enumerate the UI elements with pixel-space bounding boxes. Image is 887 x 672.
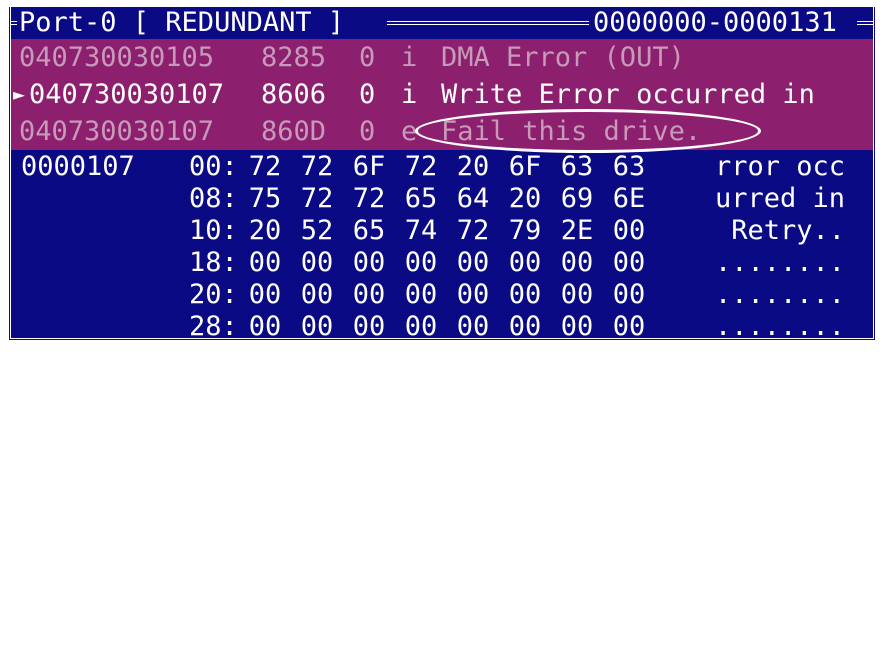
log-number: 0 [359, 116, 376, 147]
hex-byte: 00 [456, 247, 490, 278]
hex-byte: 6F [352, 151, 386, 182]
hex-address: 0000107 [21, 151, 135, 182]
selection-pointer-icon: ► [13, 82, 26, 106]
hex-byte: 00 [352, 311, 386, 342]
hex-byte: 00 [612, 311, 646, 342]
hex-byte: 75 [248, 183, 282, 214]
hex-byte: 20 [248, 215, 282, 246]
hex-offset: 00: [189, 151, 238, 182]
hex-byte: 00 [560, 247, 594, 278]
hex-byte: 72 [248, 151, 282, 182]
hex-ascii: ........ [715, 311, 846, 342]
hex-byte: 00 [404, 311, 438, 342]
hex-byte: 00 [508, 311, 542, 342]
hex-byte: 2E [560, 215, 594, 246]
hex-byte: 00 [404, 247, 438, 278]
hex-byte: 00 [352, 247, 386, 278]
log-message: Write Error occurred in [441, 79, 815, 110]
hex-byte: 72 [300, 151, 334, 182]
hex-byte: 65 [404, 183, 438, 214]
log-level: i [401, 79, 418, 110]
hex-ascii: rror occ [715, 151, 846, 182]
title-border-left [11, 21, 17, 25]
hex-row: 08: 75 72 72 65 64 20 69 6E urred in [11, 184, 873, 214]
highlight-ellipse-annotation [415, 109, 761, 153]
hex-byte: 00 [456, 279, 490, 310]
hex-ascii: ........ [715, 279, 846, 310]
hex-byte: 72 [456, 215, 490, 246]
hex-byte: 00 [560, 311, 594, 342]
hex-byte: 00 [560, 279, 594, 310]
hex-offset: 08: [189, 183, 238, 214]
hex-ascii: ........ [715, 247, 846, 278]
hex-ascii: Retry.. [715, 215, 846, 246]
window-title-bar: Port-0 [ REDUNDANT ] 0000000-0000131 [11, 7, 873, 39]
hex-offset: 28: [189, 311, 238, 342]
hex-offset: 20: [189, 279, 238, 310]
hex-byte: 00 [248, 247, 282, 278]
hex-offset: 18: [189, 247, 238, 278]
hex-byte: 00 [508, 279, 542, 310]
hex-row: 28: 00 00 00 00 00 00 00 00 ........ [11, 312, 873, 342]
title-border-middle [387, 21, 589, 25]
port-title: Port-0 [ REDUNDANT ] [19, 7, 345, 39]
hex-byte: 63 [560, 151, 594, 182]
hex-row: 10: 20 52 65 74 72 79 2E 00 Retry.. [11, 216, 873, 246]
log-entry-selected[interactable]: ► 040730030107 8606 0 i Write Error occu… [11, 76, 873, 113]
hex-offset: 10: [189, 215, 238, 246]
log-timestamp: 040730030105 [19, 42, 215, 73]
hex-byte: 00 [300, 279, 334, 310]
hex-row: 18: 00 00 00 00 00 00 00 00 ........ [11, 248, 873, 278]
hex-row: 0000107 00: 72 72 6F 72 20 6F 63 63 rror… [11, 152, 873, 182]
hex-byte: 52 [300, 215, 334, 246]
hex-byte: 63 [612, 151, 646, 182]
log-entry[interactable]: 040730030105 8285 0 i DMA Error (OUT) [11, 39, 873, 76]
port-log-window: Port-0 [ REDUNDANT ] 0000000-0000131 040… [8, 7, 876, 342]
hex-byte: 74 [404, 215, 438, 246]
hex-byte: 00 [456, 311, 490, 342]
hex-byte: 65 [352, 215, 386, 246]
hex-byte: 72 [300, 183, 334, 214]
log-code: 8285 [261, 42, 327, 73]
hex-byte: 00 [612, 215, 646, 246]
hex-byte: 00 [352, 279, 386, 310]
hex-ascii: urred in [715, 183, 846, 214]
hex-byte: 00 [300, 311, 334, 342]
terminal-screen: Port-0 [ REDUNDANT ] 0000000-0000131 040… [0, 0, 887, 353]
log-timestamp: 040730030107 [29, 79, 225, 110]
log-code: 8606 [261, 79, 327, 110]
log-message: DMA Error (OUT) [441, 42, 685, 73]
log-number: 0 [359, 42, 376, 73]
hex-byte: 64 [456, 183, 490, 214]
hex-byte: 00 [508, 247, 542, 278]
hex-byte: 69 [560, 183, 594, 214]
hex-byte: 00 [248, 279, 282, 310]
hex-byte: 72 [404, 151, 438, 182]
log-code: 860D [261, 116, 327, 147]
log-level: i [401, 42, 418, 73]
hex-byte: 00 [612, 279, 646, 310]
hex-row: 20: 00 00 00 00 00 00 00 00 ........ [11, 280, 873, 310]
hex-byte: 6F [508, 151, 542, 182]
hex-byte: 00 [300, 247, 334, 278]
hex-byte: 00 [248, 311, 282, 342]
hex-byte: 20 [508, 183, 542, 214]
hex-byte: 72 [352, 183, 386, 214]
hex-byte: 6E [612, 183, 646, 214]
range-label: 0000000-0000131 [593, 7, 837, 39]
hex-byte: 00 [612, 247, 646, 278]
log-timestamp: 040730030107 [19, 116, 215, 147]
log-number: 0 [359, 79, 376, 110]
hex-byte: 79 [508, 215, 542, 246]
hex-byte: 00 [404, 279, 438, 310]
title-border-right [857, 21, 873, 25]
hex-byte: 20 [456, 151, 490, 182]
